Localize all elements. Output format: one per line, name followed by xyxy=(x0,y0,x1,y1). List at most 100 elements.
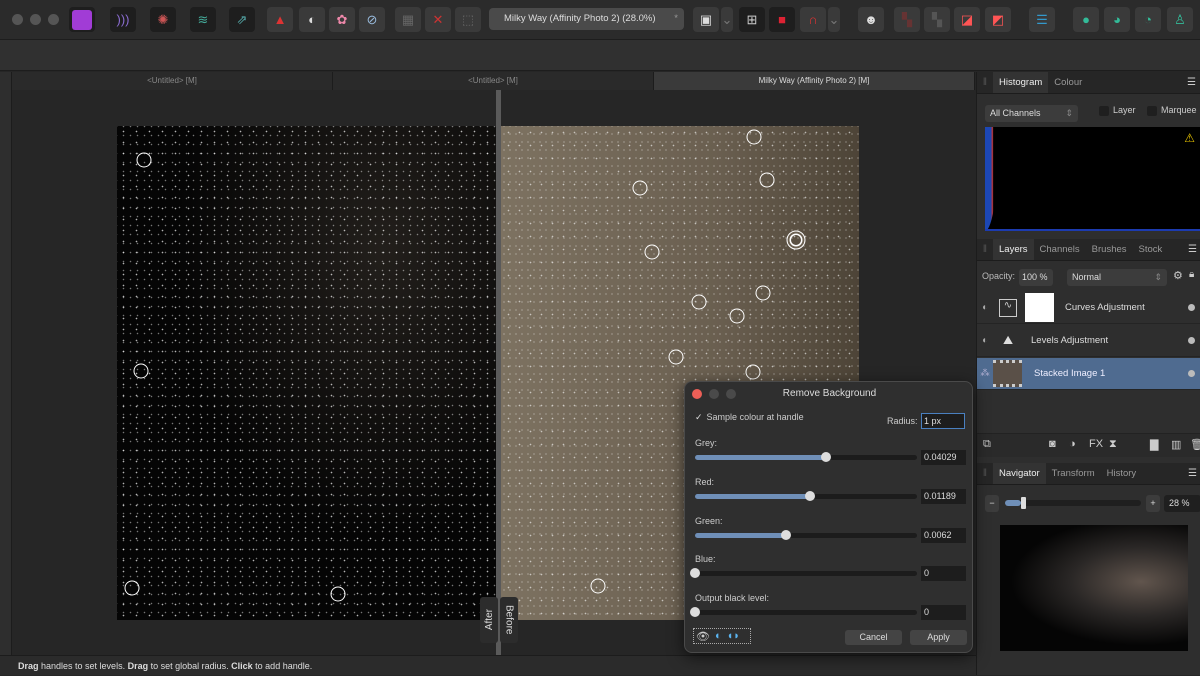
photo-persona-icon[interactable] xyxy=(69,7,95,32)
after-image[interactable] xyxy=(117,126,497,620)
tab-navigator[interactable]: Navigator xyxy=(993,463,1046,484)
opacity-field[interactable]: 100 % xyxy=(1019,269,1053,286)
lock-icon[interactable]: 🔒︎ xyxy=(1189,269,1194,280)
visibility-icon[interactable]: ⁂ xyxy=(977,368,993,379)
chevron-down-icon[interactable]: ⌄ xyxy=(828,7,840,32)
sample-colour-checkbox[interactable]: ✓ Sample colour at handle xyxy=(695,412,804,423)
visibility-icon[interactable]: ◐ xyxy=(977,335,993,346)
arrange-forward-icon[interactable]: ◪ xyxy=(954,7,980,32)
adjustment-icon[interactable]: ◑ xyxy=(1069,438,1076,450)
grip-icon[interactable]: ‖ xyxy=(977,239,993,260)
sample-handle[interactable] xyxy=(124,580,140,596)
mirror-view-icon[interactable]: ◖◗ xyxy=(727,630,740,642)
window-close-button[interactable] xyxy=(12,14,23,25)
folder-icon[interactable]: ▇ xyxy=(1150,438,1158,451)
zoom-slider-knob[interactable] xyxy=(1021,497,1027,509)
grip-icon[interactable]: ‖ xyxy=(977,463,993,484)
quick-mask-icon[interactable]: ▣ xyxy=(693,7,719,32)
navigator-preview[interactable] xyxy=(1000,525,1188,651)
slider-knob[interactable] xyxy=(690,607,700,617)
snapping-grid-icon[interactable]: ⊞ xyxy=(739,7,765,32)
black-white-icon[interactable]: ◐ xyxy=(299,7,325,32)
gear-icon[interactable]: ⚙ xyxy=(1173,269,1183,282)
tab-brushes[interactable]: Brushes xyxy=(1086,239,1133,260)
colour-wheel-icon[interactable]: ✿ xyxy=(329,7,355,32)
sample-handle[interactable] xyxy=(755,285,771,301)
tab-history[interactable]: History xyxy=(1101,463,1143,484)
slider-knob[interactable] xyxy=(781,530,792,540)
slider-value-field[interactable]: 0.0062 xyxy=(921,528,966,543)
split-view-icon[interactable]: ◐ xyxy=(715,630,722,642)
invert-selection-icon[interactable]: ⬚ xyxy=(455,7,481,32)
visibility-icon[interactable]: ◐ xyxy=(977,302,993,313)
select-all-icon[interactable]: ▦ xyxy=(395,7,421,32)
sample-handle[interactable] xyxy=(745,364,761,380)
sample-handle[interactable] xyxy=(136,152,152,168)
sample-handle[interactable] xyxy=(133,363,149,379)
grip-icon[interactable]: ‖ xyxy=(977,72,993,93)
sample-handle[interactable] xyxy=(729,308,745,324)
layer-row[interactable]: ◐ ∿ Curves Adjustment xyxy=(977,292,1200,324)
level-slider[interactable] xyxy=(695,530,917,540)
boolean-intersect-icon[interactable]: ◔ xyxy=(1135,7,1161,32)
sample-handle[interactable] xyxy=(668,349,684,365)
layer-row[interactable]: ◐ ⛰ Levels Adjustment xyxy=(977,325,1200,357)
white-balance-icon[interactable]: ⊘ xyxy=(359,7,385,32)
fx-icon[interactable]: FX xyxy=(1089,438,1103,450)
slider-value-field[interactable]: 0 xyxy=(921,605,966,620)
trash-icon[interactable]: 🗑︎ xyxy=(1190,438,1200,451)
level-slider[interactable] xyxy=(695,452,917,462)
account-icon[interactable]: ♙ xyxy=(1167,7,1193,32)
deselect-icon[interactable]: ✕ xyxy=(425,7,451,32)
tab-histogram[interactable]: Histogram xyxy=(993,72,1049,93)
live-filter-icon[interactable]: ⧗ xyxy=(1109,438,1117,451)
arrange-back-icon[interactable]: ▚ xyxy=(894,7,920,32)
chevron-down-icon[interactable]: ⌄ xyxy=(721,7,733,32)
document-title-field[interactable]: Milky Way (Affinity Photo 2) (28.0%) * xyxy=(489,8,684,30)
sample-handle[interactable] xyxy=(691,294,707,310)
zoom-field[interactable]: 28 % xyxy=(1164,495,1200,512)
sample-handle[interactable] xyxy=(330,586,346,602)
mask-icon[interactable]: ◙ xyxy=(1049,438,1056,450)
layer-row-selected[interactable]: ⁂ Stacked Image 1 xyxy=(977,358,1200,390)
align-icon[interactable]: ☰ xyxy=(1029,7,1055,32)
panel-menu-icon[interactable]: ☰ xyxy=(1188,463,1200,484)
slider-knob[interactable] xyxy=(820,452,831,462)
arrange-front-icon[interactable]: ◩ xyxy=(985,7,1011,32)
tab-layers[interactable]: Layers xyxy=(993,239,1034,260)
slider-knob[interactable] xyxy=(690,568,700,578)
window-zoom-button[interactable] xyxy=(48,14,59,25)
sample-handle-selected[interactable] xyxy=(786,230,806,250)
develop-persona-icon[interactable]: ✺ xyxy=(150,7,176,32)
tab-transform[interactable]: Transform xyxy=(1046,463,1101,484)
pixel-layer-icon[interactable]: ▥ xyxy=(1171,438,1181,451)
slider-value-field[interactable]: 0.04029 xyxy=(921,450,966,465)
export-persona-icon[interactable]: ⇗ xyxy=(229,7,255,32)
zoom-out-button[interactable]: − xyxy=(985,495,999,512)
cancel-button[interactable]: Cancel xyxy=(845,630,902,645)
panel-menu-icon[interactable]: ☰ xyxy=(1188,239,1200,260)
tone-mapping-persona-icon[interactable]: ≋ xyxy=(190,7,216,32)
sample-handle[interactable] xyxy=(644,244,660,260)
slider-value-field[interactable]: 0.01189 xyxy=(921,489,966,504)
zoom-slider[interactable] xyxy=(1005,497,1141,509)
levels-icon[interactable]: ▲ xyxy=(267,7,293,32)
split-view-divider[interactable] xyxy=(496,90,501,655)
layer-checkbox[interactable]: Layer xyxy=(1099,105,1136,116)
channel-select[interactable]: All Channels ⇕ xyxy=(985,105,1078,122)
slider-knob[interactable] xyxy=(805,491,816,501)
boolean-subtract-icon[interactable]: ◕ xyxy=(1104,7,1130,32)
doc-tab-milky-way[interactable]: Milky Way (Affinity Photo 2) [M] xyxy=(654,72,975,90)
panel-menu-icon[interactable]: ☰ xyxy=(1187,72,1200,93)
level-slider[interactable] xyxy=(690,607,917,617)
layer-stack-icon[interactable]: ⧉ xyxy=(983,438,991,451)
tab-stock[interactable]: Stock xyxy=(1133,239,1169,260)
sample-handle[interactable] xyxy=(746,129,762,145)
sample-handle[interactable] xyxy=(632,180,648,196)
slider-value-field[interactable]: 0 xyxy=(921,566,966,581)
magnet-icon[interactable]: ∩ xyxy=(800,7,826,32)
boolean-add-icon[interactable]: ● xyxy=(1073,7,1099,32)
sample-handle[interactable] xyxy=(759,172,775,188)
window-minimize-button[interactable] xyxy=(30,14,41,25)
doc-tab-untitled-2[interactable]: <Untitled> [M] xyxy=(333,72,654,90)
